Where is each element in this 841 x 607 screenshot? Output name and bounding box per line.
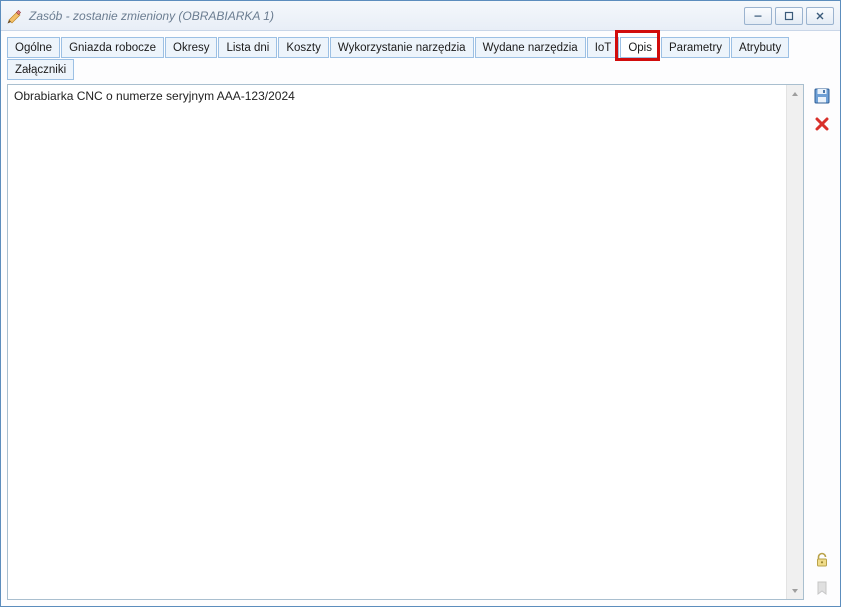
content-row: Obrabiarka CNC o numerze seryjnym AAA-12…	[7, 84, 834, 600]
save-button[interactable]	[810, 84, 834, 108]
tab-opis[interactable]: Opis	[620, 37, 660, 58]
app-icon	[7, 8, 23, 24]
window-title: Zasób - zostanie zmieniony (OBRABIARKA 1…	[29, 9, 744, 23]
tab-iot[interactable]: IoT	[587, 37, 620, 58]
lock-button[interactable]	[810, 548, 834, 572]
window-controls	[744, 7, 834, 25]
scroll-up-arrow[interactable]	[787, 85, 803, 102]
tab-bar: OgólneGniazda roboczeOkresyLista dniKosz…	[7, 37, 834, 80]
toolbar-spacer	[810, 140, 834, 544]
close-button[interactable]	[806, 7, 834, 25]
window-frame: Zasób - zostanie zmieniony (OBRABIARKA 1…	[0, 0, 841, 607]
tab-lista-dni[interactable]: Lista dni	[218, 37, 277, 58]
tab-wydane[interactable]: Wydane narzędzia	[475, 37, 586, 58]
description-textarea[interactable]: Obrabiarka CNC o numerze seryjnym AAA-12…	[8, 85, 786, 599]
tab-zalaczniki[interactable]: Załączniki	[7, 59, 74, 80]
tab-parametry[interactable]: Parametry	[661, 37, 730, 58]
maximize-button[interactable]	[775, 7, 803, 25]
minimize-button[interactable]	[744, 7, 772, 25]
tab-koszty[interactable]: Koszty	[278, 37, 329, 58]
titlebar: Zasób - zostanie zmieniony (OBRABIARKA 1…	[1, 1, 840, 31]
scroll-down-arrow[interactable]	[787, 582, 803, 599]
tab-ogolne[interactable]: Ogólne	[7, 37, 60, 58]
window-body: OgólneGniazda roboczeOkresyLista dniKosz…	[1, 31, 840, 606]
bookmark-button[interactable]	[810, 576, 834, 600]
description-field-wrap: Obrabiarka CNC o numerze seryjnym AAA-12…	[7, 84, 804, 600]
tab-gniazda[interactable]: Gniazda robocze	[61, 37, 164, 58]
vertical-scrollbar[interactable]	[786, 85, 803, 599]
tab-wykorzystanie[interactable]: Wykorzystanie narzędzia	[330, 37, 474, 58]
tab-okresy[interactable]: Okresy	[165, 37, 217, 58]
scroll-track[interactable]	[787, 102, 803, 582]
tab-atrybuty[interactable]: Atrybuty	[731, 37, 789, 58]
delete-button[interactable]	[810, 112, 834, 136]
side-toolbar	[810, 84, 834, 600]
